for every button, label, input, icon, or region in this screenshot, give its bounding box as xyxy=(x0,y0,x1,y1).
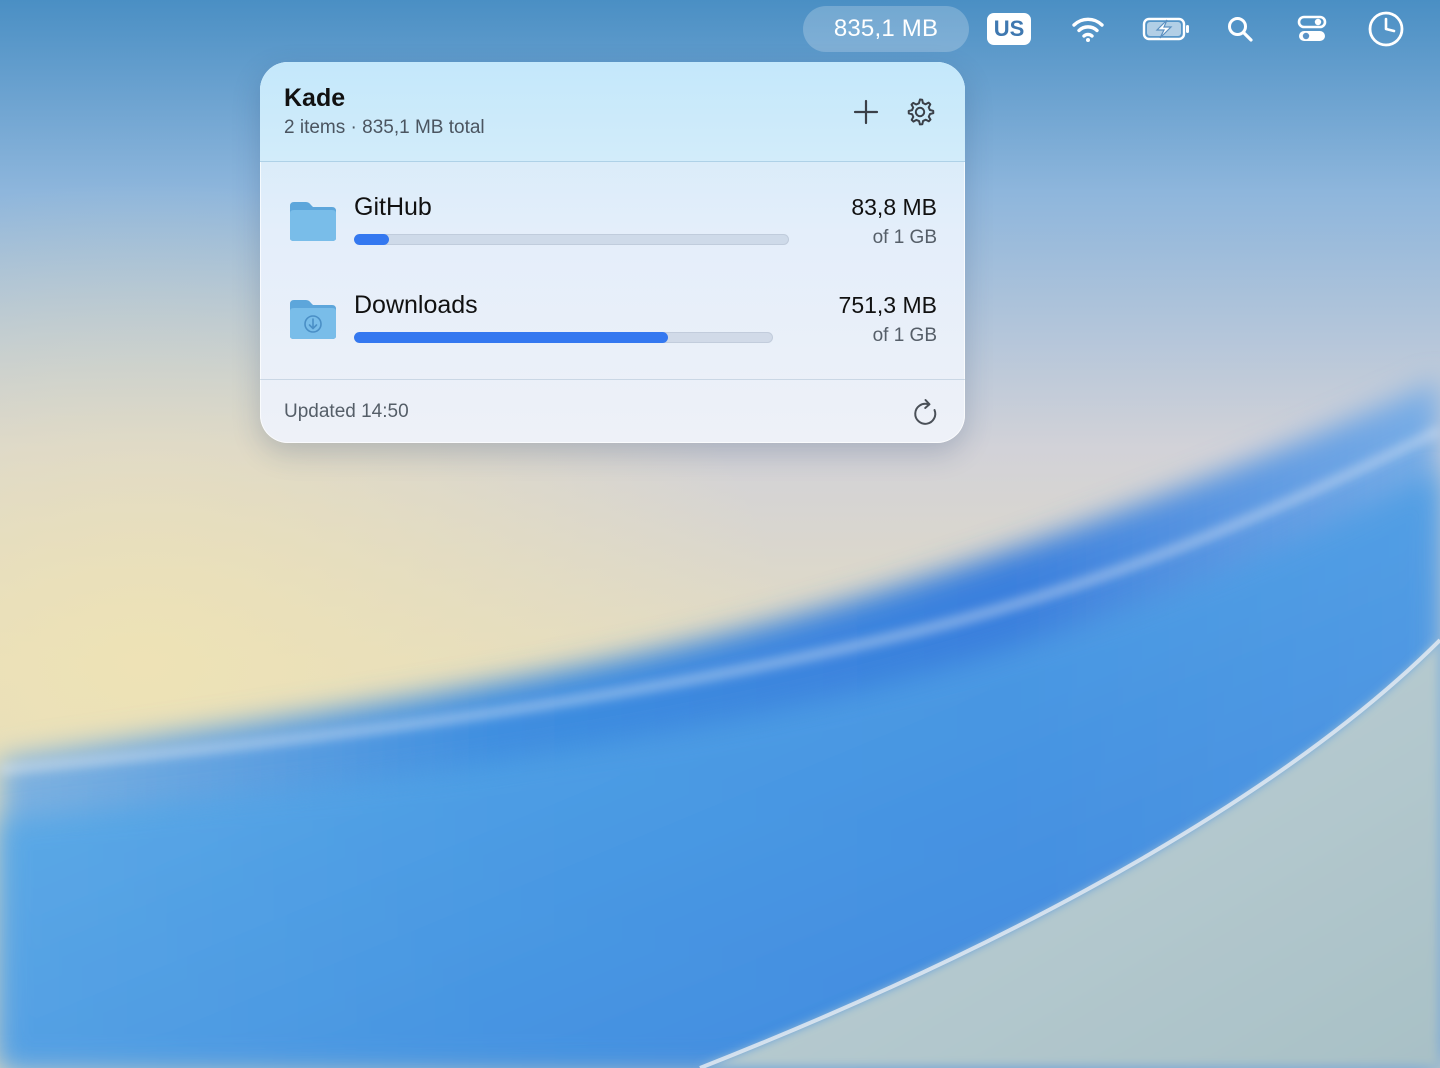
usage-bar xyxy=(354,234,789,245)
popover-title: Kade xyxy=(284,84,346,112)
input-source-label: US xyxy=(993,16,1025,41)
storage-popover: Kade 2 items · 835,1 MB total GitHub 83,… xyxy=(260,62,965,443)
battery-charging-icon[interactable] xyxy=(1141,0,1193,58)
last-updated-label: Updated 14:50 xyxy=(284,401,409,422)
storage-status-label: 835,1 MB xyxy=(833,15,939,42)
search-icon[interactable] xyxy=(1218,0,1262,58)
refresh-icon xyxy=(914,399,937,425)
item-name: Downloads xyxy=(354,291,478,319)
popover-header: Kade 2 items · 835,1 MB total xyxy=(260,62,965,162)
item-capacity: of 1 GB xyxy=(872,227,937,248)
item-size: 751,3 MB xyxy=(838,292,937,318)
usage-bar-fill xyxy=(354,234,389,245)
plus-icon xyxy=(853,99,879,125)
item-capacity: of 1 GB xyxy=(872,325,937,346)
usage-bar xyxy=(354,332,773,343)
item-name: GitHub xyxy=(354,193,432,221)
wifi-icon[interactable] xyxy=(1066,0,1110,58)
refresh-button[interactable] xyxy=(909,396,943,430)
list-item-downloads[interactable]: Downloads 751,3 MB of 1 GB xyxy=(260,260,965,358)
list-item-github[interactable]: GitHub 83,8 MB of 1 GB xyxy=(260,162,965,260)
add-button[interactable] xyxy=(848,94,884,130)
clock-icon[interactable] xyxy=(1364,0,1408,58)
storage-status-item[interactable]: 835,1 MB xyxy=(803,6,969,52)
usage-bar-fill xyxy=(354,332,669,343)
downloads-folder-icon xyxy=(290,300,336,339)
settings-button[interactable] xyxy=(902,94,938,130)
folder-icon xyxy=(290,202,336,241)
popover-footer: Updated 14:50 xyxy=(260,379,965,443)
item-size: 83,8 MB xyxy=(851,194,937,220)
popover-subtitle: 2 items · 835,1 MB total xyxy=(284,117,485,138)
control-center-icon[interactable] xyxy=(1290,0,1334,58)
input-source-item[interactable]: US xyxy=(987,13,1031,45)
gear-icon xyxy=(907,98,935,126)
menu-bar: 835,1 MB US xyxy=(0,0,1440,58)
